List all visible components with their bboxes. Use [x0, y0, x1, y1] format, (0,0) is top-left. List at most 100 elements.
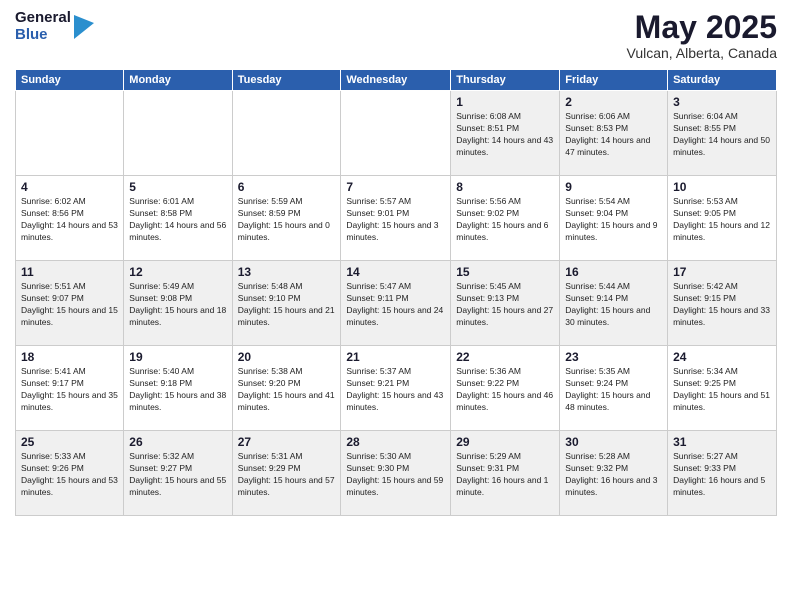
- table-row: [124, 91, 232, 176]
- calendar-table: Sunday Monday Tuesday Wednesday Thursday…: [15, 69, 777, 516]
- table-row: [16, 91, 124, 176]
- day-info: Sunrise: 5:29 AMSunset: 9:31 PMDaylight:…: [456, 451, 554, 499]
- table-row: 30Sunrise: 5:28 AMSunset: 9:32 PMDayligh…: [560, 431, 668, 516]
- day-number: 5: [129, 180, 226, 194]
- day-number: 6: [238, 180, 336, 194]
- table-row: 18 Sunrise: 5:41 AMSunset: 9:17 PMDayligh…: [16, 346, 124, 431]
- calendar-week-row: 1 Sunrise: 6:08 AMSunset: 8:51 PMDaylight…: [16, 91, 777, 176]
- day-info: Sunrise: 5:41 AMSunset: 9:17 PMDaylight:…: [21, 366, 118, 414]
- header-friday: Friday: [560, 70, 668, 91]
- page-header: General Blue May 2025 Vulcan, Alberta, C…: [15, 10, 777, 61]
- day-info: Sunrise: 5:31 AMSunset: 9:29 PMDaylight:…: [238, 451, 336, 499]
- table-row: 16Sunrise: 5:44 AMSunset: 9:14 PMDayligh…: [560, 261, 668, 346]
- day-info: Sunrise: 5:38 AMSunset: 9:20 PMDaylight:…: [238, 366, 336, 414]
- title-area: May 2025 Vulcan, Alberta, Canada: [627, 10, 777, 61]
- day-info: Sunrise: 5:44 AMSunset: 9:14 PMDaylight:…: [565, 281, 662, 329]
- day-number: 19: [129, 350, 226, 364]
- day-number: 13: [238, 265, 336, 279]
- day-info: Sunrise: 6:01 AMSunset: 8:58 PMDaylight:…: [129, 196, 226, 244]
- table-row: 6 Sunrise: 5:59 AMSunset: 8:59 PMDaylight…: [232, 176, 341, 261]
- day-number: 1: [456, 95, 554, 109]
- table-row: 12Sunrise: 5:49 AMSunset: 9:08 PMDayligh…: [124, 261, 232, 346]
- day-number: 27: [238, 435, 336, 449]
- header-monday: Monday: [124, 70, 232, 91]
- day-number: 4: [21, 180, 118, 194]
- day-number: 25: [21, 435, 118, 449]
- day-info: Sunrise: 5:32 AMSunset: 9:27 PMDaylight:…: [129, 451, 226, 499]
- table-row: 5 Sunrise: 6:01 AMSunset: 8:58 PMDaylight…: [124, 176, 232, 261]
- table-row: 26 Sunrise: 5:32 AMSunset: 9:27 PMDayligh…: [124, 431, 232, 516]
- day-info: Sunrise: 5:45 AMSunset: 9:13 PMDaylight:…: [456, 281, 554, 329]
- day-info: Sunrise: 5:42 AMSunset: 9:15 PMDaylight:…: [673, 281, 771, 329]
- table-row: 14Sunrise: 5:47 AMSunset: 9:11 PMDayligh…: [341, 261, 451, 346]
- day-number: 11: [21, 265, 118, 279]
- day-info: Sunrise: 6:04 AMSunset: 8:55 PMDaylight:…: [673, 111, 771, 159]
- day-info: Sunrise: 5:35 AMSunset: 9:24 PMDaylight:…: [565, 366, 662, 414]
- table-row: 21 Sunrise: 5:37 AMSunset: 9:21 PMDayligh…: [341, 346, 451, 431]
- logo-text: General Blue: [15, 10, 71, 43]
- day-number: 17: [673, 265, 771, 279]
- table-row: 24 Sunrise: 5:34 AMSunset: 9:25 PMDayligh…: [668, 346, 777, 431]
- day-number: 3: [673, 95, 771, 109]
- day-number: 23: [565, 350, 662, 364]
- day-info: Sunrise: 5:34 AMSunset: 9:25 PMDaylight:…: [673, 366, 771, 414]
- day-info: Sunrise: 5:56 AMSunset: 9:02 PMDaylight:…: [456, 196, 554, 244]
- header-sunday: Sunday: [16, 70, 124, 91]
- day-info: Sunrise: 5:54 AMSunset: 9:04 PMDaylight:…: [565, 196, 662, 244]
- header-wednesday: Wednesday: [341, 70, 451, 91]
- day-info: Sunrise: 5:48 AMSunset: 9:10 PMDaylight:…: [238, 281, 336, 329]
- table-row: 31 Sunrise: 5:27 AMSunset: 9:33 PMDayligh…: [668, 431, 777, 516]
- header-saturday: Saturday: [668, 70, 777, 91]
- weekday-header-row: Sunday Monday Tuesday Wednesday Thursday…: [16, 70, 777, 91]
- day-number: 30: [565, 435, 662, 449]
- day-number: 9: [565, 180, 662, 194]
- day-number: 8: [456, 180, 554, 194]
- day-info: Sunrise: 6:06 AMSunset: 8:53 PMDaylight:…: [565, 111, 662, 159]
- day-number: 2: [565, 95, 662, 109]
- table-row: 3 Sunrise: 6:04 AMSunset: 8:55 PMDaylight…: [668, 91, 777, 176]
- table-row: 1 Sunrise: 6:08 AMSunset: 8:51 PMDaylight…: [451, 91, 560, 176]
- day-info: Sunrise: 5:40 AMSunset: 9:18 PMDaylight:…: [129, 366, 226, 414]
- day-number: 7: [346, 180, 445, 194]
- day-info: Sunrise: 5:30 AMSunset: 9:30 PMDaylight:…: [346, 451, 445, 499]
- day-info: Sunrise: 5:27 AMSunset: 9:33 PMDaylight:…: [673, 451, 771, 499]
- header-tuesday: Tuesday: [232, 70, 341, 91]
- day-number: 18: [21, 350, 118, 364]
- table-row: 27 Sunrise: 5:31 AMSunset: 9:29 PMDayligh…: [232, 431, 341, 516]
- table-row: 4 Sunrise: 6:02 AMSunset: 8:56 PMDaylight…: [16, 176, 124, 261]
- day-number: 21: [346, 350, 445, 364]
- calendar-week-row: 11 Sunrise: 5:51 AMSunset: 9:07 PMDayligh…: [16, 261, 777, 346]
- table-row: 7Sunrise: 5:57 AMSunset: 9:01 PMDaylight…: [341, 176, 451, 261]
- table-row: 20Sunrise: 5:38 AMSunset: 9:20 PMDayligh…: [232, 346, 341, 431]
- table-row: 13 Sunrise: 5:48 AMSunset: 9:10 PMDayligh…: [232, 261, 341, 346]
- day-number: 29: [456, 435, 554, 449]
- table-row: 25Sunrise: 5:33 AMSunset: 9:26 PMDayligh…: [16, 431, 124, 516]
- table-row: 22Sunrise: 5:36 AMSunset: 9:22 PMDayligh…: [451, 346, 560, 431]
- day-info: Sunrise: 5:53 AMSunset: 9:05 PMDaylight:…: [673, 196, 771, 244]
- day-info: Sunrise: 5:59 AMSunset: 8:59 PMDaylight:…: [238, 196, 336, 244]
- day-info: Sunrise: 5:36 AMSunset: 9:22 PMDaylight:…: [456, 366, 554, 414]
- day-number: 24: [673, 350, 771, 364]
- day-info: Sunrise: 5:37 AMSunset: 9:21 PMDaylight:…: [346, 366, 445, 414]
- day-number: 28: [346, 435, 445, 449]
- table-row: [232, 91, 341, 176]
- day-number: 10: [673, 180, 771, 194]
- day-number: 26: [129, 435, 226, 449]
- day-info: Sunrise: 5:51 AMSunset: 9:07 PMDaylight:…: [21, 281, 118, 329]
- month-title: May 2025: [627, 10, 777, 45]
- table-row: 11 Sunrise: 5:51 AMSunset: 9:07 PMDayligh…: [16, 261, 124, 346]
- calendar-week-row: 18 Sunrise: 5:41 AMSunset: 9:17 PMDayligh…: [16, 346, 777, 431]
- day-info: Sunrise: 6:02 AMSunset: 8:56 PMDaylight:…: [21, 196, 118, 244]
- calendar-week-row: 25Sunrise: 5:33 AMSunset: 9:26 PMDayligh…: [16, 431, 777, 516]
- table-row: 17 Sunrise: 5:42 AMSunset: 9:15 PMDayligh…: [668, 261, 777, 346]
- table-row: [341, 91, 451, 176]
- logo-blue: Blue: [15, 27, 71, 44]
- table-row: 28 Sunrise: 5:30 AMSunset: 9:30 PMDayligh…: [341, 431, 451, 516]
- header-thursday: Thursday: [451, 70, 560, 91]
- calendar-week-row: 4 Sunrise: 6:02 AMSunset: 8:56 PMDaylight…: [16, 176, 777, 261]
- logo-general: General: [15, 10, 71, 27]
- table-row: 2 Sunrise: 6:06 AMSunset: 8:53 PMDaylight…: [560, 91, 668, 176]
- day-info: Sunrise: 6:08 AMSunset: 8:51 PMDaylight:…: [456, 111, 554, 159]
- day-number: 31: [673, 435, 771, 449]
- table-row: 15Sunrise: 5:45 AMSunset: 9:13 PMDayligh…: [451, 261, 560, 346]
